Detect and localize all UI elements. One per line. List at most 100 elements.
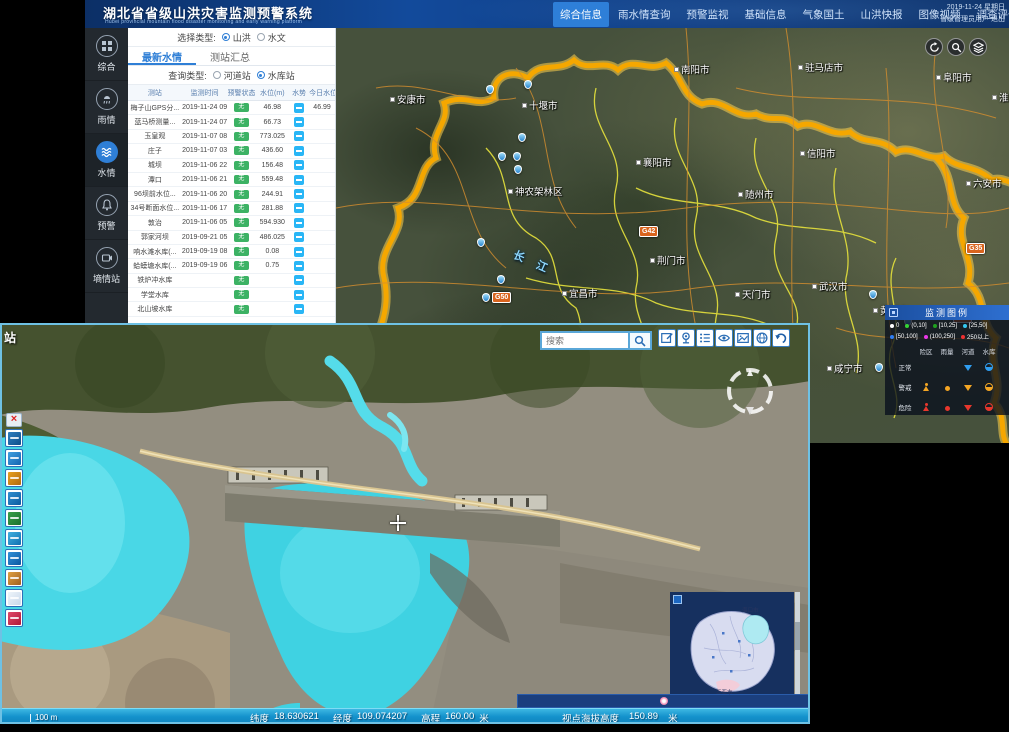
table-row[interactable]: 城坝2019-11-06 22无156.48 — [128, 159, 335, 173]
table-row[interactable]: 响水滩水库(...2019-09-19 08无0.08 — [128, 245, 335, 259]
nav-tab-2[interactable]: 雨水情查询 — [611, 2, 678, 27]
panel-tabs: 最新水情测站汇总 — [128, 47, 335, 66]
minimap-scrollbar[interactable] — [795, 592, 800, 702]
nav-tab-1[interactable]: 综合信息 — [553, 2, 609, 27]
sidebar-item-3[interactable]: 水情 — [85, 134, 128, 187]
legend-collapse-icon[interactable] — [889, 308, 898, 317]
legend-symbol-dot — [945, 386, 950, 391]
cell-status: 无 — [228, 305, 256, 314]
table-row[interactable]: 蛤蟆塘水库(...2019-09-19 06无0.75 — [128, 259, 335, 273]
table-row[interactable]: 敦治2019-11-06 05无594.930 — [128, 216, 335, 230]
type-filter-option-2[interactable]: 水文 — [257, 31, 286, 44]
cell-level: 486.025 — [255, 234, 289, 241]
viewer-statusbar: 100 m 纬度 18.630621 经度 109.074207 高程 160.… — [2, 708, 808, 724]
cell-time: 2019-11-24 09 — [182, 104, 228, 111]
road-shield: G50 — [492, 292, 511, 303]
cell-time: 2019-11-24 07 — [182, 119, 228, 126]
table-row[interactable]: 玉皇观2019-11-07 08无773.025 — [128, 130, 335, 144]
layers-button[interactable] — [969, 38, 987, 56]
minimap-city-label: 海口市 — [742, 606, 759, 614]
table-row[interactable]: 北山坡水库 无 — [128, 302, 335, 316]
flood-tool[interactable] — [5, 549, 23, 567]
compass[interactable] — [722, 363, 778, 419]
sidebar-item-4[interactable]: 预警 — [85, 187, 128, 240]
vortex-tool[interactable] — [5, 469, 23, 487]
status-badge: 无 — [234, 132, 249, 141]
waves-tool-icon — [8, 492, 21, 505]
city-name: 十堰市 — [529, 98, 558, 112]
legend-symbol-half — [985, 403, 993, 411]
terrain-tool[interactable] — [5, 569, 23, 587]
overview-minimap[interactable]: 海口市三亚市 — [670, 592, 794, 702]
panel-tab-2[interactable]: 测站汇总 — [196, 47, 264, 65]
nav-tab-4[interactable]: 基础信息 — [738, 2, 794, 27]
cell-trend — [289, 160, 309, 170]
splash-tool[interactable] — [5, 529, 23, 547]
sidebar-item-label: 综合 — [97, 60, 115, 73]
list-button[interactable] — [696, 329, 714, 347]
cell-status: 无 — [228, 261, 256, 270]
chart-tool[interactable] — [5, 609, 23, 627]
status-badge: 无 — [234, 233, 249, 242]
table-row[interactable]: 蓝马桥测量...2019-11-24 07无66.73 — [128, 115, 335, 129]
gate-tool[interactable] — [5, 589, 23, 607]
sidebar-item-2[interactable]: 雨情 — [85, 81, 128, 134]
table-row[interactable]: 庄子2019-11-07 03无436.60 — [128, 144, 335, 158]
panel-tab-1[interactable]: 最新水情 — [128, 47, 196, 65]
table-row[interactable]: 96坝前水位...2019-11-06 20无244.91 — [128, 187, 335, 201]
rain-scale-dot — [961, 335, 965, 339]
status-badge: 无 — [234, 261, 249, 270]
cell-trend — [289, 261, 309, 271]
query-filter-option-2[interactable]: 水库站 — [257, 69, 295, 82]
city-label: 咸宁市 — [827, 361, 863, 375]
minimap-corner-icon[interactable] — [673, 595, 682, 604]
cell-status: 无 — [228, 290, 256, 299]
annotate-button[interactable] — [658, 329, 676, 347]
snapshot-button[interactable] — [734, 329, 752, 347]
cell-time: 2019-09-19 08 — [182, 248, 228, 255]
search-input[interactable] — [540, 331, 628, 350]
table-row[interactable]: 郭家河坝2019-09-21 05无486.025 — [128, 231, 335, 245]
eye-button[interactable] — [715, 329, 733, 347]
search-button[interactable] — [947, 38, 965, 56]
cell-status: 无 — [228, 204, 256, 213]
query-filter-option-1[interactable]: 河道站 — [213, 69, 251, 82]
nav-tab-6[interactable]: 山洪快报 — [854, 2, 910, 27]
legend-rain-scale-row1: 0(0,10][10,25][25,50] — [885, 320, 1009, 329]
city-name: 阜阳市 — [943, 70, 972, 84]
sidebar-item-5[interactable]: 墒情站 — [85, 240, 128, 293]
city-marker-icon — [390, 97, 395, 102]
camera-button[interactable] — [677, 329, 695, 347]
rain-scale-dot — [890, 335, 894, 339]
close-icon[interactable]: × — [6, 413, 22, 427]
query-filter-label: 河道站 — [224, 69, 251, 82]
cell-trend — [289, 175, 309, 185]
spiral-tool[interactable] — [5, 509, 23, 527]
city-label: 荆门市 — [650, 253, 686, 267]
nav-tab-3[interactable]: 预警监视 — [680, 2, 736, 27]
logout-link[interactable]: 退出 — [991, 16, 1005, 23]
cell-time: 2019-09-19 06 — [182, 262, 228, 269]
refresh-button[interactable] — [925, 38, 943, 56]
nav-tab-5[interactable]: 气象国土 — [796, 2, 852, 27]
water-icon — [96, 141, 118, 163]
cell-level: 281.88 — [255, 205, 289, 212]
cell-station: 北山坡水库 — [128, 304, 182, 314]
globe-button[interactable] — [753, 329, 771, 347]
city-name: 宜昌市 — [569, 286, 598, 300]
table-row[interactable]: 学堂水库无 — [128, 288, 335, 302]
table-row[interactable]: 潭口2019-11-06 21无559.48 — [128, 173, 335, 187]
drop-tool[interactable] — [5, 449, 23, 467]
type-filter-option-1[interactable]: 山洪 — [222, 31, 251, 44]
waves-tool[interactable] — [5, 489, 23, 507]
type-filter-radio — [222, 33, 230, 41]
city-label: 十堰市 — [522, 98, 558, 112]
drop-tool-icon — [8, 452, 21, 465]
table-row[interactable]: 铁炉冲水库无 — [128, 274, 335, 288]
undo-button[interactable] — [772, 329, 790, 347]
sidebar-item-1[interactable]: 综合 — [85, 28, 128, 81]
search-button[interactable] — [628, 331, 652, 350]
table-row[interactable]: 梅子山GPS分...2019-11-24 09无46.9846.99 — [128, 101, 335, 115]
dam-tool[interactable] — [5, 429, 23, 447]
table-row[interactable]: 34号断面水位...2019-11-06 17无281.88 — [128, 202, 335, 216]
